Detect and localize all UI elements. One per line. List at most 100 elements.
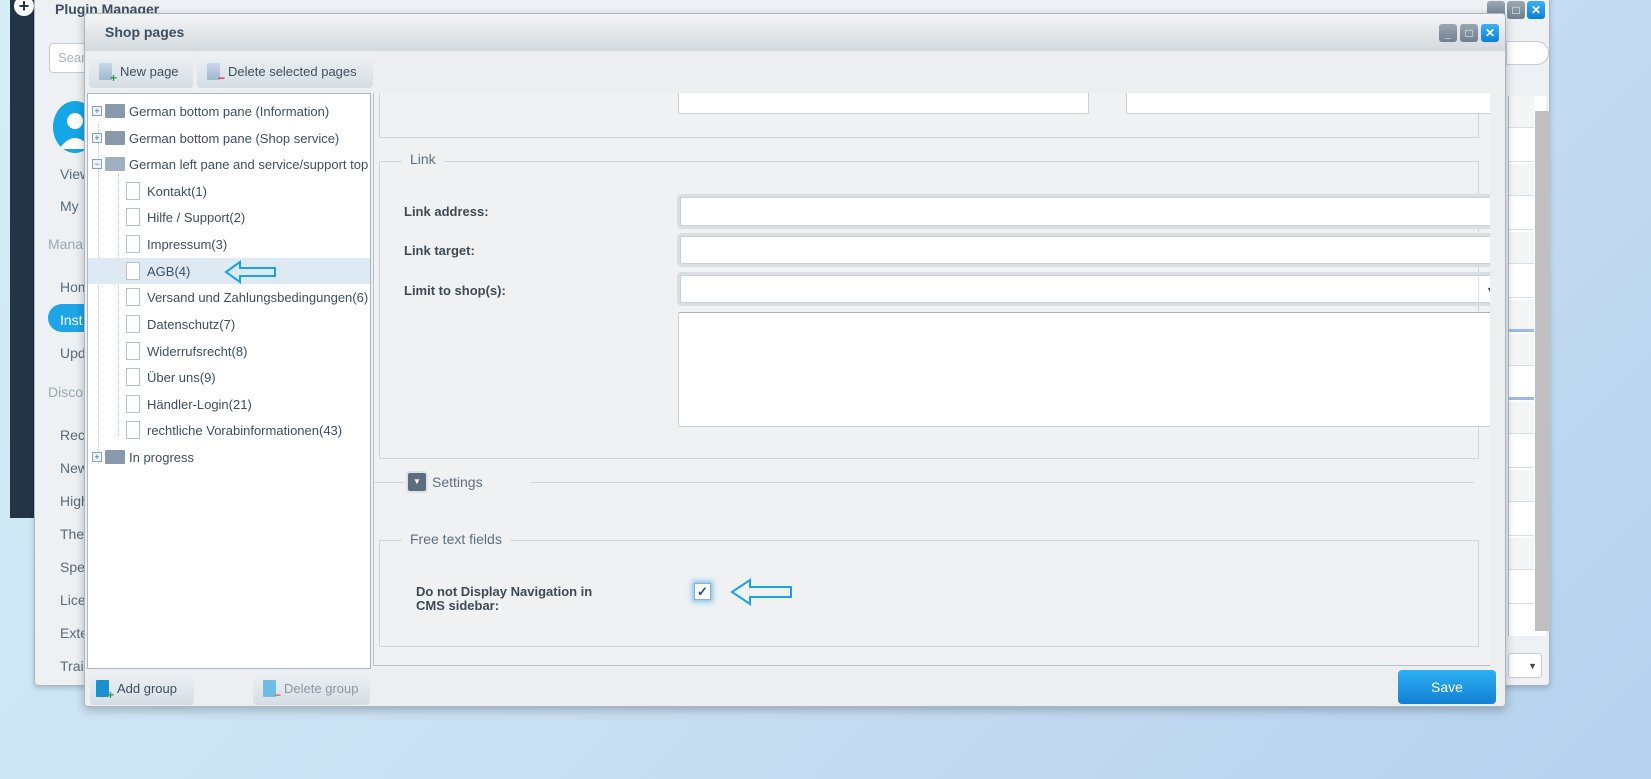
expand-icon[interactable]: + (92, 133, 102, 143)
sidebar-item-installed[interactable]: Inst (60, 312, 84, 328)
tree-page[interactable]: Kontakt(1) (88, 178, 370, 204)
window-title: Shop pages (105, 24, 185, 40)
page-label: Impressum(3) (147, 236, 228, 252)
page-label: Kontakt(1) (147, 183, 207, 199)
sidebar-item-view[interactable]: View (60, 166, 84, 182)
page-icon (126, 368, 140, 386)
tree-group[interactable]: + German bottom pane (Shop service) (88, 125, 370, 151)
delete-group-button[interactable]: − Delete group (253, 672, 370, 705)
link-target-select[interactable]: ▼ (680, 236, 1490, 264)
tree-page[interactable]: Über uns(9) (88, 364, 370, 390)
page-label: AGB(4) (147, 263, 191, 279)
tree-group[interactable]: + German bottom pane (Information) (88, 98, 370, 124)
sidebar-item-updates[interactable]: Upd (60, 345, 84, 361)
delete-group-icon: − (263, 680, 281, 701)
sidebar-item[interactable]: Trai (60, 658, 84, 674)
page-icon (126, 395, 140, 413)
title-bar[interactable] (85, 14, 1505, 51)
tree-page[interactable]: Impressum(3) (88, 231, 370, 257)
close-icon[interactable]: ✕ (1527, 1, 1545, 19)
sidebar-item-home[interactable]: Hom (60, 279, 84, 295)
page-label: Versand und Zahlungsbedingungen(6) (147, 289, 369, 305)
tree-group[interactable]: + In progress (88, 444, 370, 470)
close-icon[interactable]: ✕ (1481, 24, 1499, 42)
sidebar-item[interactable]: The (60, 526, 84, 542)
sidebar-item[interactable]: High (60, 493, 84, 509)
expand-icon[interactable]: + (92, 106, 102, 116)
page-form: Link Link address: Link target: ▼ Limit … (373, 93, 1490, 666)
page-icon (126, 262, 140, 280)
delete-selected-label: Delete selected pages (228, 64, 357, 79)
shop-pages-window: Shop pages _ □ ✕ + New page − Delete sel… (84, 13, 1506, 707)
group-label: German bottom pane (Information) (129, 103, 330, 119)
folder-icon (105, 131, 125, 145)
tree-page[interactable]: Datenschutz(7) (88, 311, 370, 337)
page-label: rechtliche Vorabinformationen(43) (147, 422, 343, 438)
page-label: Datenschutz(7) (147, 316, 236, 332)
group-label: In progress (129, 449, 195, 465)
link-address-input[interactable] (680, 197, 1490, 226)
link-legend: Link (402, 151, 444, 167)
tree-page[interactable]: Versand und Zahlungsbedingungen(6) (88, 284, 370, 310)
tree-page[interactable]: Händler-Login(21) (88, 391, 370, 417)
tree-page[interactable]: Widerrufsrecht(8) (88, 338, 370, 364)
collapse-toggle-icon[interactable]: ▼ (408, 473, 426, 491)
page-label: Über uns(9) (147, 369, 216, 385)
page-icon (126, 182, 140, 200)
collapse-icon[interactable]: − (92, 159, 102, 169)
tree-group[interactable]: − German left pane and service/support to… (88, 151, 370, 177)
limit-shops-select[interactable]: ▼ (680, 275, 1490, 303)
free-text-legend: Free text fields (402, 531, 510, 547)
sidebar-item[interactable]: New (60, 460, 84, 476)
section-discover: Disco (48, 384, 84, 400)
add-group-button[interactable]: + Add group (90, 672, 194, 705)
page-icon (126, 288, 140, 306)
no-nav-checkbox[interactable]: ✓ (694, 583, 711, 600)
minimize-icon[interactable]: _ (1439, 24, 1457, 42)
shops-list[interactable] (678, 312, 1490, 427)
page-label: Hilfe / Support(2) (147, 209, 246, 225)
tree-page[interactable]: rechtliche Vorabinformationen(43) (88, 417, 370, 443)
section-manage: Mana (48, 236, 84, 252)
sidebar-item[interactable]: Rec (60, 427, 84, 443)
maximize-icon[interactable]: □ (1507, 1, 1525, 19)
save-button[interactable]: Save (1398, 670, 1496, 704)
toolbar: + New page − Delete selected pages (85, 51, 1505, 93)
expand-icon[interactable]: + (92, 452, 102, 462)
page-icon (126, 421, 140, 439)
sidebar-item[interactable]: Spe (60, 559, 84, 575)
folder-icon (105, 450, 125, 464)
delete-group-label: Delete group (284, 681, 359, 696)
sidebar-item-my[interactable]: My (60, 198, 84, 214)
annotation-arrow-icon (224, 260, 276, 284)
page-tree: + German bottom pane (Information) + Germa… (87, 93, 371, 669)
folder-open-icon (105, 157, 125, 171)
page-size-dropdown[interactable]: ▼ (1508, 653, 1542, 678)
link-target-label: Link target: (404, 243, 475, 258)
page-icon (126, 315, 140, 333)
new-page-label: New page (120, 64, 179, 79)
folder-icon (105, 104, 125, 118)
settings-divider (374, 482, 1474, 483)
text-input[interactable] (678, 93, 1089, 114)
scrollbar[interactable] (1535, 111, 1550, 631)
add-group-icon: + (96, 680, 114, 701)
group-label: German bottom pane (Shop service) (129, 130, 340, 146)
no-nav-label: Do not Display Navigation in CMS sidebar… (416, 584, 593, 613)
delete-selected-pages-button[interactable]: − Delete selected pages (197, 55, 373, 88)
maximize-icon[interactable]: □ (1460, 24, 1478, 42)
sidebar-item[interactable]: Lice (60, 592, 84, 608)
sidebar-item[interactable]: Exte (60, 625, 84, 641)
text-input[interactable] (1126, 93, 1490, 114)
settings-legend: Settings (432, 474, 483, 490)
limit-shops-label: Limit to shop(s): (404, 283, 506, 298)
settings-toggle[interactable]: ▼ Settings (404, 470, 530, 494)
page-icon (126, 342, 140, 360)
group-label: German left pane and service/support top (129, 156, 369, 172)
page-label: Widerrufsrecht(8) (147, 343, 248, 359)
tree-page[interactable]: Hilfe / Support(2) (88, 204, 370, 230)
page-icon (126, 208, 140, 226)
plugin-search-input[interactable] (1506, 41, 1549, 65)
chevron-down-icon[interactable]: ▼ (1478, 276, 1490, 302)
new-page-button[interactable]: + New page (89, 55, 193, 88)
